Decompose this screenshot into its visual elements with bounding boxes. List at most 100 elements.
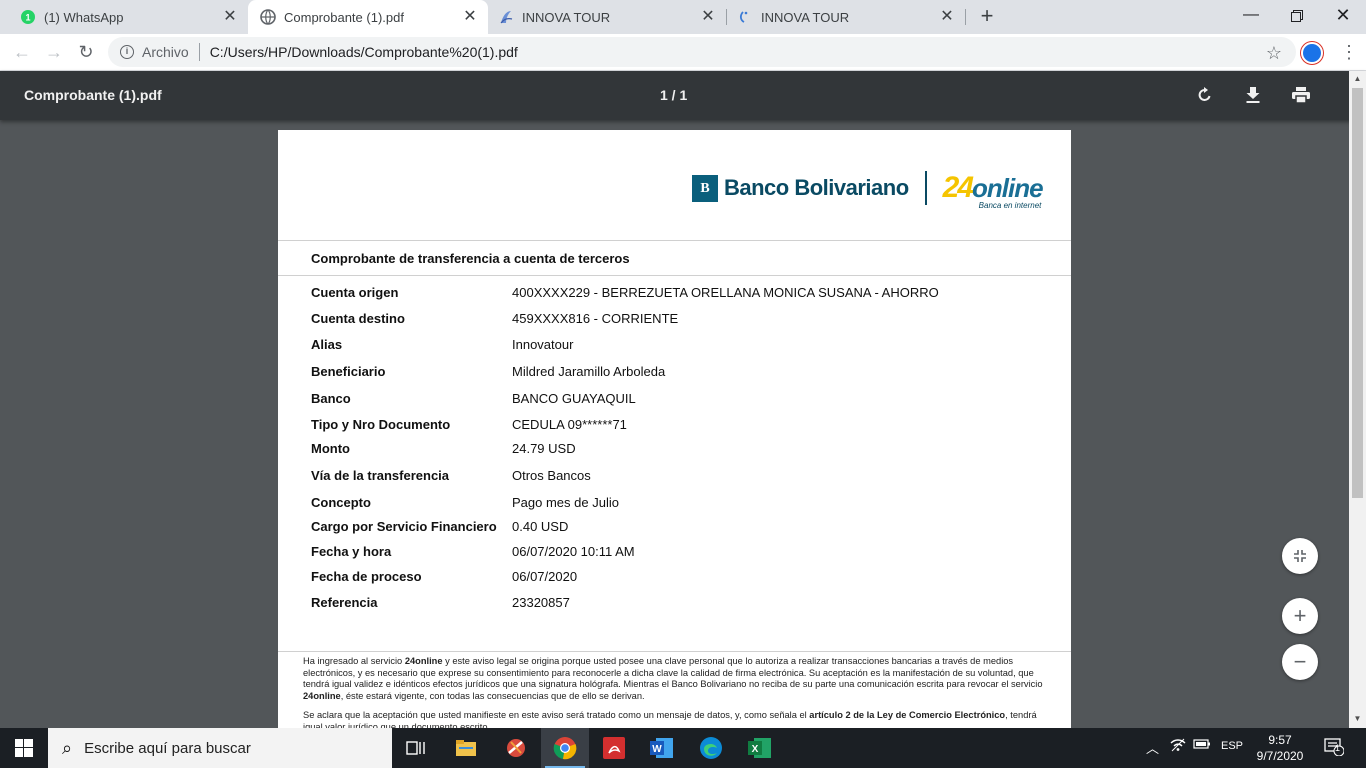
svg-text:W: W [652, 744, 662, 755]
tab-title: Comprobante (1).pdf [284, 9, 404, 25]
row-label: Tipo y Nro Documento [311, 417, 451, 432]
app-icon[interactable] [492, 728, 540, 768]
close-window-button[interactable]: ✕ [1320, 0, 1366, 32]
pdf-page: B Banco Bolivariano 24online Banca en in… [278, 130, 1071, 728]
acrobat-icon[interactable] [590, 728, 638, 768]
row-label: Monto [311, 441, 350, 456]
wifi-icon[interactable] [1170, 738, 1186, 755]
address-separator [198, 43, 200, 61]
legal-bold: artículo 2 de la Ley de Comercio Electró… [809, 710, 1006, 720]
fit-to-page-button[interactable] [1282, 538, 1318, 574]
browser-toolbar: ← → ↻ i Archivo C:/Users/HP/Downloads/Co… [0, 34, 1366, 71]
divider [278, 240, 1071, 241]
row-value: CEDULA 09******71 [512, 417, 627, 432]
bookmark-star-icon[interactable]: ☆ [1266, 43, 1282, 64]
address-bar[interactable]: i Archivo C:/Users/HP/Downloads/Comproba… [108, 37, 1296, 67]
row-label: Fecha de proceso [311, 569, 422, 584]
row-value: 06/07/2020 [512, 569, 578, 584]
tab-innova-tour-1[interactable]: INNOVA TOUR ✕ [488, 0, 726, 34]
row-label: Concepto [311, 495, 371, 510]
pdf-title: Comprobante (1).pdf [24, 87, 162, 103]
scrollbar-thumb[interactable] [1352, 88, 1363, 498]
legal-notice: Ha ingresado al servicio 24online y este… [303, 656, 1048, 702]
row-value: 400XXXX229 - BERREZUETA ORELLANA MONICA … [512, 285, 939, 300]
row-label: Referencia [311, 595, 378, 610]
back-button[interactable]: ← [10, 40, 34, 64]
scroll-up-arrow[interactable]: ▲ [1352, 74, 1363, 84]
online-brand-logo: 24online Banca en internet [942, 171, 1044, 210]
close-tab-icon[interactable]: ✕ [462, 9, 478, 25]
row-label: Cuenta origen [311, 285, 399, 300]
reload-button[interactable]: ↻ [74, 40, 98, 64]
tab-strip: 1 (1) WhatsApp ✕ Comprobante (1).pdf ✕ I… [0, 0, 1366, 34]
row-value: Mildred Jaramillo Arboleda [512, 364, 666, 379]
browser-menu-icon[interactable]: ⋮ [1340, 40, 1358, 64]
row-label: Alias [311, 337, 343, 352]
whatsapp-icon: 1 [20, 9, 36, 25]
scroll-down-arrow[interactable]: ▼ [1352, 714, 1363, 724]
row-label: Vía de la transferencia [311, 468, 450, 483]
show-hidden-icons-icon[interactable]: ︿ [1146, 738, 1159, 757]
rotate-icon[interactable] [1193, 83, 1217, 107]
battery-icon[interactable] [1193, 738, 1211, 753]
svg-text:1: 1 [25, 13, 30, 23]
row-label: Beneficiario [311, 364, 386, 379]
row-value: Innovatour [512, 337, 574, 352]
innova-icon [737, 9, 753, 25]
legal-bold: 24online [303, 690, 341, 701]
divider [278, 651, 1071, 652]
row-label: Banco [311, 391, 351, 406]
row-value: Pago mes de Julio [512, 495, 619, 510]
legal-clarification: Se aclara que la aceptación que usted ma… [303, 710, 1048, 728]
excel-icon[interactable]: X [736, 728, 784, 768]
close-tab-icon[interactable]: ✕ [939, 9, 955, 25]
tab-title: INNOVA TOUR [522, 9, 611, 25]
bank-logo: B Banco Bolivariano 24online Banca en in… [692, 170, 1044, 210]
svg-text:X: X [752, 744, 759, 755]
tab-comprobante[interactable]: Comprobante (1).pdf ✕ [248, 0, 488, 34]
new-tab-button[interactable]: + [976, 5, 998, 28]
brand-24: 24 [942, 171, 974, 204]
print-icon[interactable] [1289, 83, 1313, 107]
profile-avatar[interactable] [1301, 42, 1323, 64]
edge-icon[interactable] [687, 728, 735, 768]
tab-innova-tour-2[interactable]: INNOVA TOUR ✕ [727, 0, 965, 34]
file-explorer-icon[interactable] [442, 728, 490, 768]
start-button[interactable] [0, 728, 48, 768]
search-placeholder: Escribe aquí para buscar [84, 739, 251, 757]
taskbar-search[interactable]: ⌕ Escribe aquí para buscar [48, 728, 392, 768]
row-value: 459XXXX816 - CORRIENTE [512, 311, 679, 326]
pdf-toolbar: Comprobante (1).pdf 1 / 1 [0, 71, 1366, 120]
close-tab-icon[interactable]: ✕ [700, 9, 716, 25]
legal-text: Se aclara que la aceptación que usted ma… [303, 710, 810, 720]
row-value: 24.79 USD [512, 441, 576, 456]
row-value: 23320857 [512, 595, 570, 610]
zoom-in-button[interactable]: + [1282, 598, 1318, 634]
tab-whatsapp[interactable]: 1 (1) WhatsApp ✕ [0, 0, 248, 34]
clock-time: 9:57 [1268, 733, 1292, 747]
receipt-heading: Comprobante de transferencia a cuenta de… [311, 251, 630, 266]
forward-button[interactable]: → [42, 40, 66, 64]
row-value: Otros Bancos [512, 468, 591, 483]
minimize-button[interactable]: — [1228, 0, 1274, 32]
row-label: Fecha y hora [311, 544, 392, 559]
clock-date: 9/7/2020 [1256, 749, 1304, 763]
bank-name: Banco Bolivariano [724, 175, 909, 200]
clock[interactable]: 9:57 9/7/2020 [1252, 732, 1308, 764]
word-icon[interactable]: W [638, 728, 686, 768]
close-tab-icon[interactable]: ✕ [222, 9, 238, 25]
tab-title: (1) WhatsApp [44, 9, 124, 25]
row-label: Cuenta destino [311, 311, 405, 326]
notifications-icon[interactable]: 1 [1324, 736, 1345, 759]
zoom-out-button[interactable]: − [1282, 644, 1318, 680]
info-icon[interactable]: i [120, 45, 134, 59]
task-view-icon[interactable] [392, 728, 440, 768]
row-value: 06/07/2020 10:11 AM [512, 544, 635, 559]
language-indicator[interactable]: ESP [1221, 740, 1243, 752]
download-icon[interactable] [1241, 83, 1265, 107]
divider [278, 275, 1071, 276]
chrome-icon[interactable] [541, 728, 589, 768]
url-text[interactable]: C:/Users/HP/Downloads/Comprobante%20(1).… [210, 44, 518, 60]
row-value: BANCO GUAYAQUIL [512, 391, 636, 406]
restore-button[interactable] [1274, 0, 1320, 32]
